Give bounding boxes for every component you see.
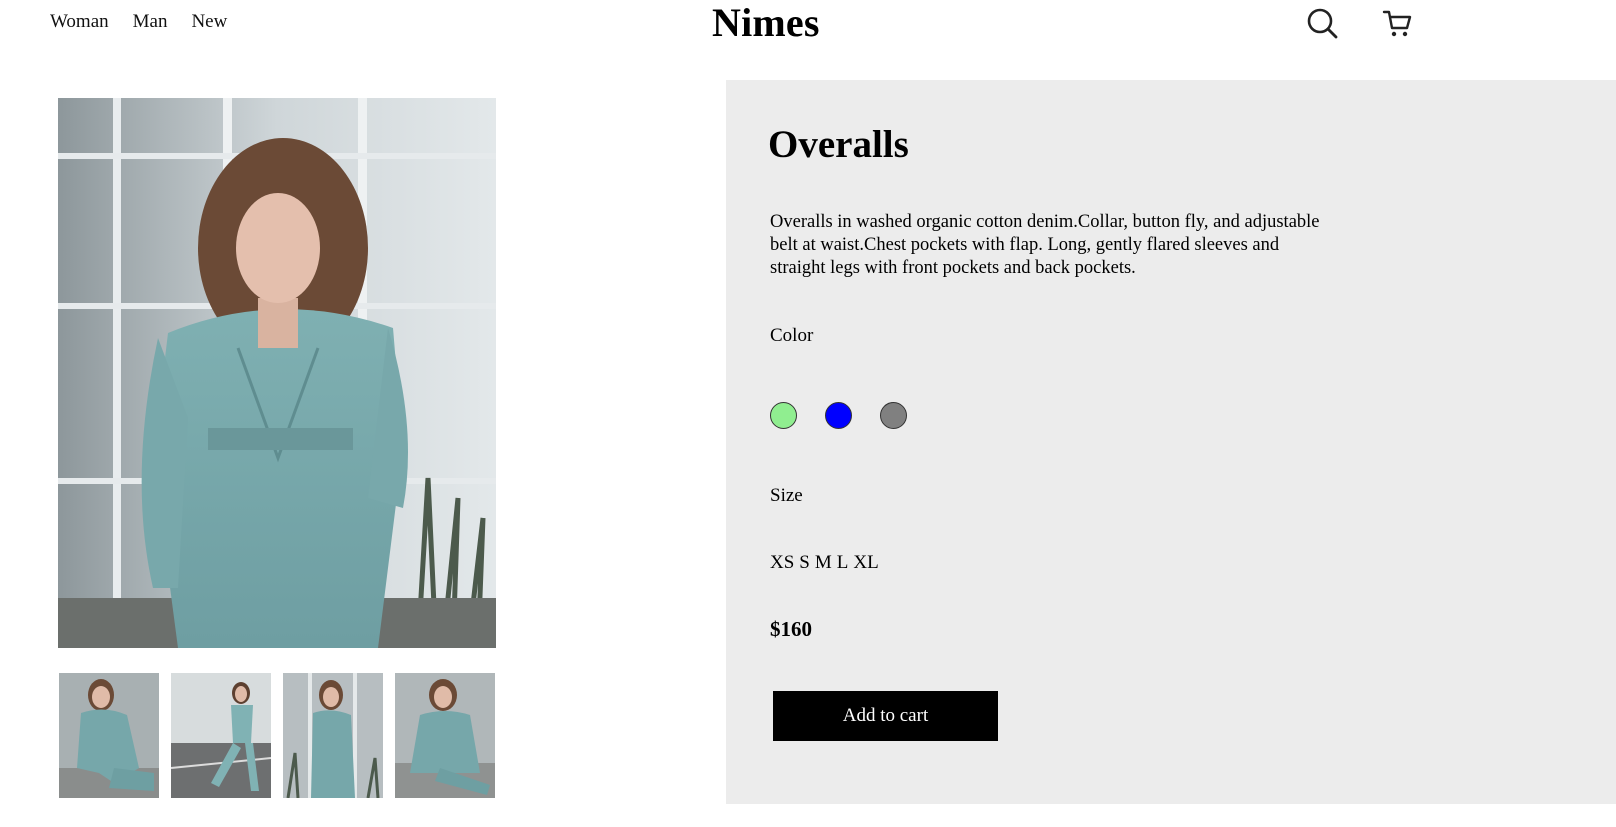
thumbnail-strip — [59, 673, 495, 798]
size-option-xs[interactable]: XS — [770, 552, 794, 574]
product-details-panel: Overalls Overalls in washed organic cott… — [726, 80, 1616, 804]
add-to-cart-button[interactable]: Add to cart — [773, 691, 998, 741]
thumbnail-2[interactable] — [171, 673, 271, 798]
size-label: Size — [770, 485, 803, 506]
color-swatch-gray[interactable] — [880, 402, 907, 429]
thumbnail-4[interactable] — [395, 673, 495, 798]
color-swatch-blue[interactable] — [825, 402, 852, 429]
thumbnail-1[interactable] — [59, 673, 159, 798]
size-option-l[interactable]: L — [837, 552, 849, 574]
color-label: Color — [770, 325, 814, 346]
nav-man-link[interactable]: Man — [133, 11, 168, 33]
color-swatches — [770, 402, 907, 429]
product-price: $160 — [770, 617, 812, 641]
nav-woman-link[interactable]: Woman — [50, 11, 109, 33]
product-title: Overalls — [768, 123, 909, 166]
size-option-m[interactable]: M — [815, 552, 832, 574]
size-options: XS S M L XL — [770, 552, 879, 574]
size-option-s[interactable]: S — [799, 552, 810, 574]
color-swatch-green[interactable] — [770, 402, 797, 429]
size-option-xl[interactable]: XL — [853, 552, 878, 574]
main-nav: Woman Man New — [50, 11, 227, 33]
product-description: Overalls in washed organic cotton denim.… — [770, 212, 1320, 278]
thumbnail-3[interactable] — [283, 673, 383, 798]
search-icon[interactable] — [1305, 6, 1339, 40]
cart-icon[interactable] — [1380, 6, 1414, 40]
nav-new-link[interactable]: New — [191, 11, 227, 33]
main-product-image — [58, 98, 496, 648]
brand-logo[interactable]: Nimes — [712, 0, 820, 46]
